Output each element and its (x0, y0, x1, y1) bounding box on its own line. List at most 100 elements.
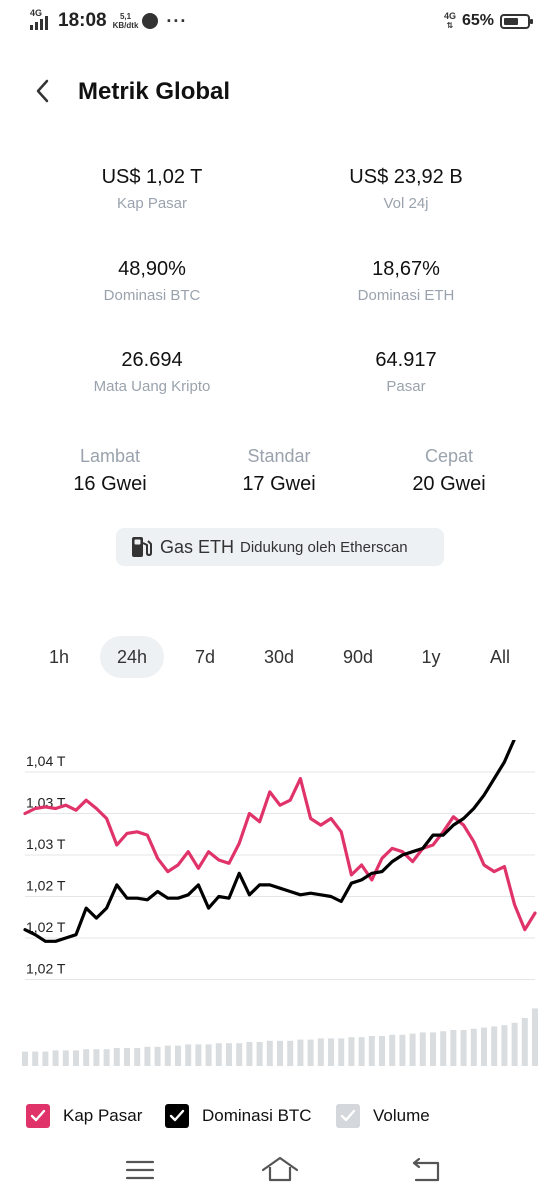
legend-label: Volume (373, 1106, 430, 1125)
status-time: 18:08 (58, 10, 107, 31)
market-chart[interactable]: 1,04 T1,03 T1,03 T1,02 T1,02 T1,02 T (0, 740, 560, 1070)
legend-item-volume[interactable]: Volume (336, 1104, 430, 1128)
metric-market-cap: US$ 1,02 T Kap Pasar (22, 166, 282, 212)
gas-chip-subtitle: Didukung oleh Etherscan (240, 538, 408, 556)
metric-label: Dominasi ETH (357, 287, 455, 304)
legend-label: Dominasi BTC (202, 1106, 312, 1125)
gas-tier-standard: Standar 17 Gwei (194, 446, 364, 496)
metric-value: 18,67% (372, 258, 440, 280)
volume-bar (134, 1048, 141, 1066)
gas-tier-value: 17 Gwei (242, 473, 316, 495)
volume-bar (389, 1034, 396, 1066)
back-icon (412, 1157, 440, 1182)
volume-bar (226, 1043, 232, 1066)
volume-bar (430, 1032, 436, 1066)
legend-item-market-cap[interactable]: Kap Pasar (26, 1104, 142, 1128)
metric-eth-dominance: 18,67% Dominasi ETH (276, 258, 536, 304)
tab-1y[interactable]: 1y (406, 636, 456, 678)
volume-bar (93, 1049, 100, 1066)
volume-bar (266, 1040, 273, 1066)
checkbox-checked-icon[interactable] (26, 1104, 50, 1128)
nav-menu-button[interactable] (120, 1152, 160, 1188)
tab-1h[interactable]: 1h (34, 636, 84, 678)
tab-30d[interactable]: 30d (250, 636, 308, 678)
page-title: Metrik Global (78, 78, 231, 105)
volume-bar (144, 1046, 151, 1066)
volume-bar (368, 1036, 375, 1066)
y-tick-label: 1,02 T (26, 878, 66, 894)
metric-markets: 64.917 Pasar (276, 349, 536, 395)
metric-volume-24h: US$ 23,92 B Vol 24j (276, 166, 536, 212)
nav-back-button[interactable] (406, 1152, 446, 1188)
network-type-right-icon: 4G ⇅ (443, 11, 456, 31)
volume-bar (521, 1018, 528, 1066)
volume-bar (419, 1032, 426, 1066)
volume-bar (164, 1045, 171, 1066)
volume-bar (348, 1037, 355, 1066)
volume-bar (22, 1051, 28, 1066)
volume-bar (52, 1050, 59, 1066)
volume-bar (113, 1048, 120, 1066)
volume-bar (338, 1038, 345, 1066)
tab-7d[interactable]: 7d (180, 636, 230, 678)
app-notification-icon (142, 13, 159, 29)
volume-bar (287, 1040, 294, 1066)
status-bar-left: 4G 18:08 5,1 KB/dtk ··· (30, 8, 188, 32)
status-bar-right: 4G ⇅ 65% (443, 11, 533, 31)
volume-bar (307, 1039, 314, 1066)
volume-bar (83, 1049, 90, 1066)
header: Metrik Global (0, 66, 560, 116)
volume-bar (277, 1040, 283, 1066)
fuel-pump-icon (132, 537, 152, 557)
volume-bar (42, 1051, 49, 1066)
tab-90d[interactable]: 90d (328, 636, 388, 678)
volume-bar (297, 1039, 304, 1066)
volume-bar (256, 1042, 263, 1066)
tab-24h[interactable]: 24h (100, 636, 164, 678)
more-notifications-icon: ··· (166, 10, 188, 31)
volume-bar (73, 1050, 79, 1066)
volume-bar (154, 1046, 161, 1066)
metric-label: Pasar (386, 378, 426, 395)
volume-bar (358, 1037, 365, 1066)
legend-item-btc-dominance[interactable]: Dominasi BTC (165, 1104, 312, 1128)
metric-value: US$ 1,02 T (101, 166, 203, 188)
volume-bar (460, 1030, 467, 1066)
metric-cryptocurrencies: 26.694 Mata Uang Kripto (22, 349, 282, 395)
chart-legend: Kap Pasar Dominasi BTC Volume (0, 1104, 560, 1132)
nav-home-button[interactable] (260, 1152, 300, 1188)
metric-value: US$ 23,92 B (349, 166, 463, 188)
battery-icon (500, 13, 533, 29)
y-tick-label: 1,04 T (26, 753, 66, 769)
volume-bar (470, 1028, 477, 1066)
tab-all[interactable]: All (474, 636, 526, 678)
status-bar: 4G 18:08 5,1 KB/dtk ··· 4G ⇅ 65% (0, 0, 560, 44)
volume-bar (124, 1048, 130, 1066)
volume-bar (501, 1025, 508, 1066)
gas-chip-title: Gas ETH (160, 536, 235, 557)
metric-value: 48,90% (118, 258, 186, 280)
metric-label: Kap Pasar (116, 195, 188, 212)
btc-dominance-line (23, 740, 516, 943)
volume-bar (399, 1034, 406, 1066)
chevron-left-icon (36, 79, 49, 103)
home-icon (261, 1156, 299, 1182)
volume-bar (175, 1045, 181, 1066)
gas-tier-slow: Lambat 16 Gwei (25, 446, 195, 496)
signal-icon: 4G (30, 8, 54, 32)
volume-bar (205, 1044, 212, 1066)
metric-value: 64.917 (375, 349, 437, 371)
network-type-right: 4G (443, 11, 456, 21)
volume-bar (103, 1049, 110, 1066)
network-speed: 5,1 KB/dtk (113, 12, 139, 30)
time-range-tabs: 1h 24h 7d 30d 90d 1y All (0, 636, 560, 680)
system-nav-bar (0, 1140, 560, 1200)
gas-tier-label: Standar (247, 446, 311, 466)
back-button[interactable] (32, 78, 56, 104)
volume-bar (409, 1033, 416, 1066)
battery-percent: 65% (461, 12, 494, 29)
checkbox-checked-icon[interactable] (165, 1104, 189, 1128)
metric-value: 26.694 (121, 349, 183, 371)
checkbox-checked-icon[interactable] (336, 1104, 360, 1128)
eth-gas-chip[interactable]: Gas ETH Didukung oleh Etherscan (116, 528, 444, 566)
